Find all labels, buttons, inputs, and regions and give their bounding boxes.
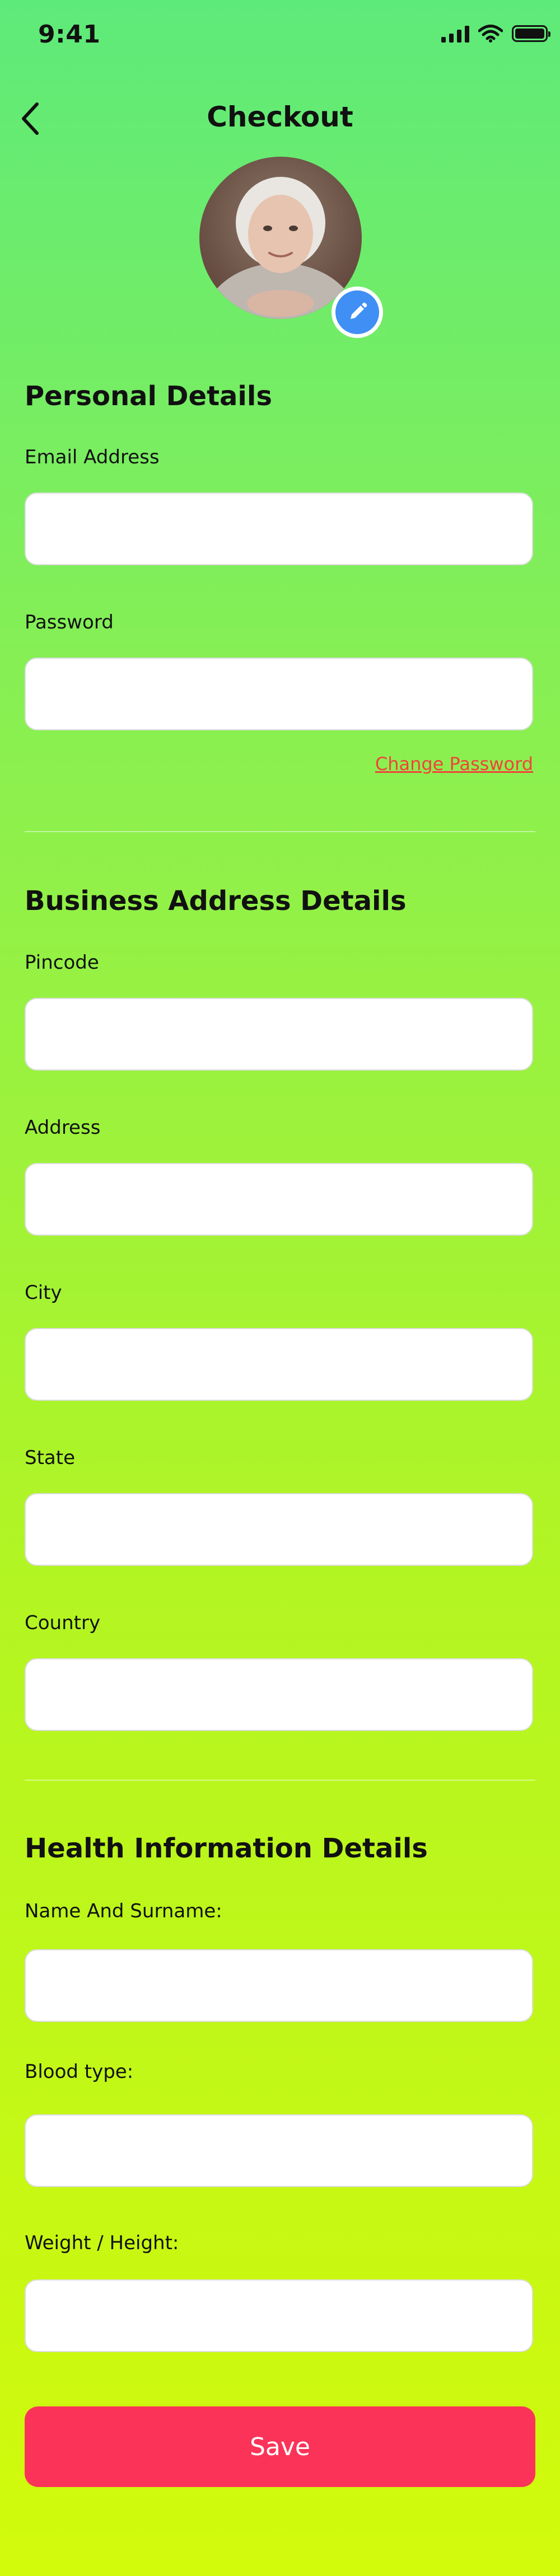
state-label: State (25, 1447, 75, 1469)
email-label: Email Address (25, 446, 160, 468)
country-label: Country (25, 1612, 101, 1634)
section-divider (25, 1780, 535, 1781)
address-field[interactable] (25, 1163, 533, 1236)
email-field[interactable] (25, 492, 533, 565)
wifi-icon (478, 25, 503, 43)
business-address-heading: Business Address Details (25, 885, 407, 917)
section-divider (25, 831, 535, 832)
pencil-icon (351, 302, 367, 319)
edit-avatar-button[interactable] (332, 287, 383, 338)
avatar (199, 157, 362, 319)
blood-type-field[interactable] (25, 2114, 533, 2187)
city-label: City (25, 1282, 62, 1304)
status-icons (441, 25, 550, 43)
city-field[interactable] (25, 1328, 533, 1401)
country-field[interactable] (25, 1658, 533, 1731)
cellular-signal-icon (441, 25, 469, 43)
checkout-screen: 9:41 Checkout Personal Details Email Add… (0, 0, 560, 2576)
pincode-label: Pincode (25, 951, 99, 974)
weight-height-label: Weight / Height: (25, 2232, 179, 2254)
personal-details-heading: Personal Details (25, 381, 272, 412)
password-label: Password (25, 611, 114, 634)
pincode-field[interactable] (25, 998, 533, 1071)
battery-icon (512, 25, 550, 42)
status-bar: 9:41 (0, 0, 560, 67)
page-title: Checkout (207, 101, 353, 133)
health-information-heading: Health Information Details (25, 1833, 428, 1864)
blood-type-label: Blood type: (25, 2061, 134, 2083)
status-time: 9:41 (38, 20, 101, 49)
password-field[interactable] (25, 658, 533, 730)
weight-height-field[interactable] (25, 2279, 533, 2352)
address-label: Address (25, 1116, 101, 1139)
name-surname-label: Name And Surname: (25, 1900, 222, 1922)
save-button[interactable]: Save (25, 2406, 535, 2487)
change-password-link[interactable]: Change Password (375, 753, 533, 775)
state-field[interactable] (25, 1493, 533, 1566)
name-surname-field[interactable] (25, 1949, 533, 2022)
